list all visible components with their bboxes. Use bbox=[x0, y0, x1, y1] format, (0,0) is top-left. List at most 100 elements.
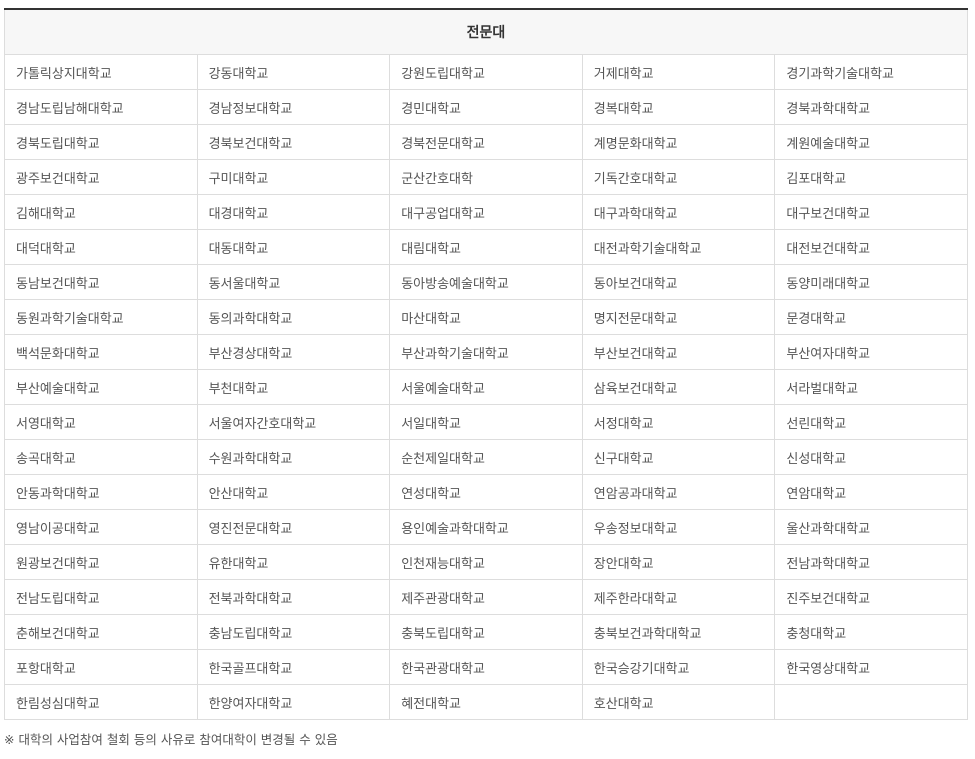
university-name-cell: 신구대학교 bbox=[581, 439, 776, 475]
university-name-cell: 군산간호대학 bbox=[389, 159, 583, 195]
university-name-cell: 김해대학교 bbox=[4, 194, 198, 230]
table-row: 동남보건대학교 동서울대학교 동아방송예술대학교 동아보건대학교 동양미래대학교 bbox=[4, 264, 968, 300]
university-name-cell: 서영대학교 bbox=[4, 404, 198, 440]
university-name-cell bbox=[774, 684, 968, 720]
university-name-cell: 동아보건대학교 bbox=[581, 264, 776, 300]
university-name-cell: 문경대학교 bbox=[774, 299, 968, 335]
university-name-cell: 춘해보건대학교 bbox=[4, 614, 198, 650]
table-row: 광주보건대학교 구미대학교 군산간호대학 기독간호대학교 김포대학교 bbox=[4, 159, 968, 195]
university-name-cell: 대경대학교 bbox=[196, 194, 391, 230]
table-row: 안동과학대학교 안산대학교 연성대학교 연암공과대학교 연암대학교 bbox=[4, 474, 968, 510]
university-name-cell: 부산예술대학교 bbox=[4, 369, 198, 405]
table-header-row: 전문대 bbox=[4, 9, 968, 55]
university-name-cell: 호산대학교 bbox=[581, 684, 776, 720]
university-name-cell: 순천제일대학교 bbox=[389, 439, 583, 475]
footnote: ※ 대학의 사업참여 철회 등의 사유로 참여대학이 변경될 수 있음 bbox=[4, 732, 338, 747]
university-name-cell: 전남도립대학교 bbox=[4, 579, 198, 615]
university-name-cell: 경북전문대학교 bbox=[389, 124, 583, 160]
table-row: 포항대학교 한국골프대학교 한국관광대학교 한국승강기대학교 한국영상대학교 bbox=[4, 649, 968, 685]
university-name-cell: 서울여자간호대학교 bbox=[196, 404, 391, 440]
university-name-cell: 대림대학교 bbox=[389, 229, 583, 265]
university-name-cell: 경북보건대학교 bbox=[196, 124, 391, 160]
university-name-cell: 대구공업대학교 bbox=[389, 194, 583, 230]
university-name-cell: 혜전대학교 bbox=[389, 684, 583, 720]
university-name-cell: 마산대학교 bbox=[389, 299, 583, 335]
university-name-cell: 충청대학교 bbox=[774, 614, 968, 650]
university-name-cell: 동원과학기술대학교 bbox=[4, 299, 198, 335]
university-name-cell: 대동대학교 bbox=[196, 229, 391, 265]
table-row: 원광보건대학교 유한대학교 인천재능대학교 장안대학교 전남과학대학교 bbox=[4, 544, 968, 580]
university-name-cell: 경북과학대학교 bbox=[774, 89, 968, 125]
university-name-cell: 광주보건대학교 bbox=[4, 159, 198, 195]
university-name-cell: 강원도립대학교 bbox=[389, 54, 583, 90]
table-row: 춘해보건대학교 충남도립대학교 충북도립대학교 충북보건과학대학교 충청대학교 bbox=[4, 614, 968, 650]
university-name-cell: 대전과학기술대학교 bbox=[581, 229, 776, 265]
table-row: 송곡대학교 수원과학대학교 순천제일대학교 신구대학교 신성대학교 bbox=[4, 439, 968, 475]
university-name-cell: 부산과학기술대학교 bbox=[389, 334, 583, 370]
university-name-cell: 안동과학대학교 bbox=[4, 474, 198, 510]
university-name-cell: 한양여자대학교 bbox=[196, 684, 391, 720]
university-name-cell: 포항대학교 bbox=[4, 649, 198, 685]
university-name-cell: 선린대학교 bbox=[774, 404, 968, 440]
university-name-cell: 한림성심대학교 bbox=[4, 684, 198, 720]
university-name-cell: 제주관광대학교 bbox=[389, 579, 583, 615]
university-name-cell: 제주한라대학교 bbox=[581, 579, 776, 615]
university-name-cell: 대전보건대학교 bbox=[774, 229, 968, 265]
university-name-cell: 울산과학대학교 bbox=[774, 509, 968, 545]
university-name-cell: 강동대학교 bbox=[196, 54, 391, 90]
table-row: 백석문화대학교 부산경상대학교 부산과학기술대학교 부산보건대학교 부산여자대학교 bbox=[4, 334, 968, 370]
university-table: 전문대 가톨릭상지대학교 강동대학교 강원도립대학교 거제대학교 경기과학기술대학교 경남… bbox=[4, 8, 968, 720]
university-name-cell: 동아방송예술대학교 bbox=[389, 264, 583, 300]
university-name-cell: 용인예술과학대학교 bbox=[389, 509, 583, 545]
university-name-cell: 유한대학교 bbox=[196, 544, 391, 580]
university-name-cell: 가톨릭상지대학교 bbox=[4, 54, 198, 90]
university-name-cell: 연암대학교 bbox=[774, 474, 968, 510]
university-list-container: 전문대 가톨릭상지대학교 강동대학교 강원도립대학교 거제대학교 경기과학기술대학교 경남… bbox=[4, 8, 968, 720]
university-name-cell: 김포대학교 bbox=[774, 159, 968, 195]
university-name-cell: 부천대학교 bbox=[196, 369, 391, 405]
university-name-cell: 충남도립대학교 bbox=[196, 614, 391, 650]
table-row: 서영대학교 서울여자간호대학교 서일대학교 서정대학교 선린대학교 bbox=[4, 404, 968, 440]
university-name-cell: 한국관광대학교 bbox=[389, 649, 583, 685]
university-name-cell: 거제대학교 bbox=[581, 54, 776, 90]
university-name-cell: 한국승강기대학교 bbox=[581, 649, 776, 685]
university-name-cell: 한국영상대학교 bbox=[774, 649, 968, 685]
university-name-cell: 계원예술대학교 bbox=[774, 124, 968, 160]
university-name-cell: 안산대학교 bbox=[196, 474, 391, 510]
university-name-cell: 충북보건과학대학교 bbox=[581, 614, 776, 650]
university-name-cell: 영남이공대학교 bbox=[4, 509, 198, 545]
table-row: 부산예술대학교 부천대학교 서울예술대학교 삼육보건대학교 서라벌대학교 bbox=[4, 369, 968, 405]
university-name-cell: 서일대학교 bbox=[389, 404, 583, 440]
university-name-cell: 연암공과대학교 bbox=[581, 474, 776, 510]
university-name-cell: 동양미래대학교 bbox=[774, 264, 968, 300]
table-row: 경북도립대학교 경북보건대학교 경북전문대학교 계명문화대학교 계원예술대학교 bbox=[4, 124, 968, 160]
table-row: 영남이공대학교 영진전문대학교 용인예술과학대학교 우송정보대학교 울산과학대학교 bbox=[4, 509, 968, 545]
university-name-cell: 동서울대학교 bbox=[196, 264, 391, 300]
university-name-cell: 부산여자대학교 bbox=[774, 334, 968, 370]
university-name-cell: 계명문화대학교 bbox=[581, 124, 776, 160]
university-name-cell: 백석문화대학교 bbox=[4, 334, 198, 370]
university-name-cell: 신성대학교 bbox=[774, 439, 968, 475]
university-name-cell: 동남보건대학교 bbox=[4, 264, 198, 300]
table-header-junior-college: 전문대 bbox=[4, 9, 968, 55]
university-name-cell: 우송정보대학교 bbox=[581, 509, 776, 545]
table-row: 동원과학기술대학교 동의과학대학교 마산대학교 명지전문대학교 문경대학교 bbox=[4, 299, 968, 335]
university-name-cell: 연성대학교 bbox=[389, 474, 583, 510]
university-name-cell: 대구보건대학교 bbox=[774, 194, 968, 230]
table-row: 가톨릭상지대학교 강동대학교 강원도립대학교 거제대학교 경기과학기술대학교 bbox=[4, 54, 968, 90]
university-name-cell: 전남과학대학교 bbox=[774, 544, 968, 580]
university-name-cell: 명지전문대학교 bbox=[581, 299, 776, 335]
university-name-cell: 전북과학대학교 bbox=[196, 579, 391, 615]
university-name-cell: 경복대학교 bbox=[581, 89, 776, 125]
university-name-cell: 서라벌대학교 bbox=[774, 369, 968, 405]
university-name-cell: 경기과학기술대학교 bbox=[774, 54, 968, 90]
university-name-cell: 대덕대학교 bbox=[4, 229, 198, 265]
table-row: 전남도립대학교 전북과학대학교 제주관광대학교 제주한라대학교 진주보건대학교 bbox=[4, 579, 968, 615]
table-row: 경남도립남해대학교 경남정보대학교 경민대학교 경복대학교 경북과학대학교 bbox=[4, 89, 968, 125]
table-row: 김해대학교 대경대학교 대구공업대학교 대구과학대학교 대구보건대학교 bbox=[4, 194, 968, 230]
university-name-cell: 기독간호대학교 bbox=[581, 159, 776, 195]
university-name-cell: 서정대학교 bbox=[581, 404, 776, 440]
university-name-cell: 대구과학대학교 bbox=[581, 194, 776, 230]
university-name-cell: 서울예술대학교 bbox=[389, 369, 583, 405]
university-name-cell: 부산경상대학교 bbox=[196, 334, 391, 370]
